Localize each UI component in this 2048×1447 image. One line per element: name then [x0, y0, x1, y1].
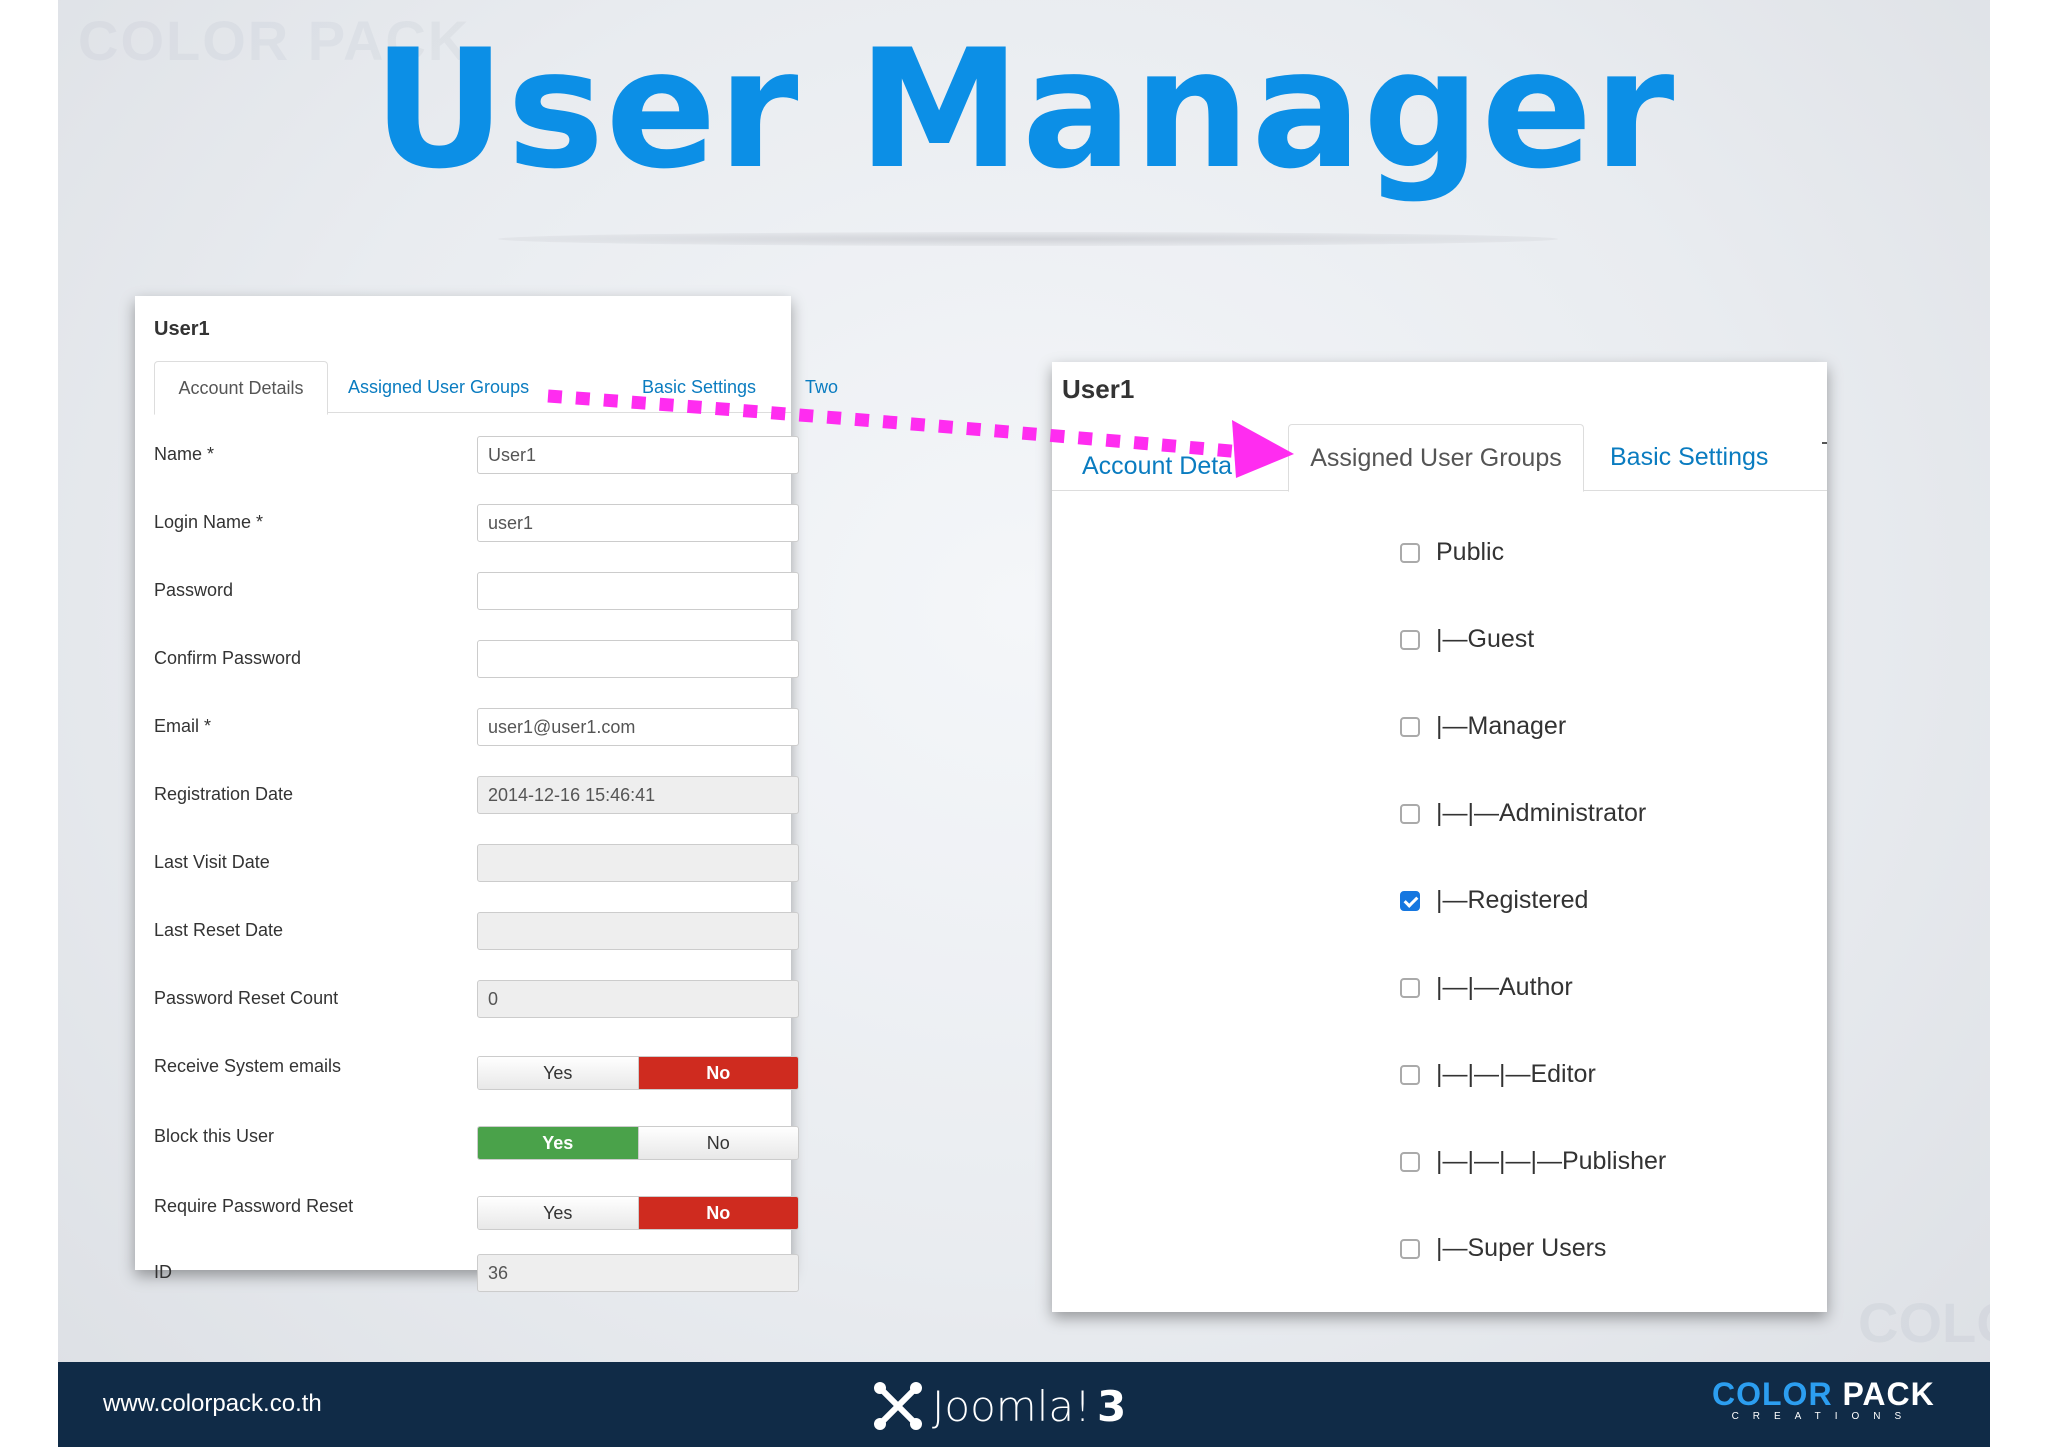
tab-basic-settings[interactable]: Basic Settings	[642, 361, 756, 413]
block-user-yes[interactable]: Yes	[478, 1127, 638, 1159]
group-item-guest[interactable]: |—Guest	[1400, 625, 1534, 654]
joomla-name: Joomla!	[932, 1381, 1091, 1431]
checkbox-registered[interactable]	[1400, 890, 1420, 911]
id-field: 36	[477, 1254, 799, 1292]
last-visit-date-label: Last Visit Date	[154, 852, 270, 872]
require-password-reset-no[interactable]: No	[637, 1197, 798, 1229]
registration-date-label: Registration Date	[154, 784, 294, 804]
checkbox-super-users[interactable]	[1400, 1238, 1420, 1259]
confirm-password-label: Confirm Password	[154, 648, 302, 668]
tab-account-details[interactable]: Account Deta	[1082, 440, 1232, 492]
checkbox-guest[interactable]	[1400, 629, 1420, 650]
joomla-wordmark: Joomla! 3	[932, 1382, 1126, 1431]
name-label: Name *	[154, 444, 215, 464]
name-field[interactable]: User1	[477, 436, 799, 474]
login-name-field[interactable]: user1	[477, 504, 799, 542]
tab-assigned-user-groups[interactable]: Assigned User Groups	[1288, 424, 1584, 492]
footer-url: www.colorpack.co.th	[103, 1390, 322, 1417]
group-label: |—|—Administrator	[1436, 799, 1647, 827]
brand-word-pack: PACK	[1842, 1376, 1935, 1412]
tab-basic-settings[interactable]: Basic Settings	[1610, 424, 1768, 490]
group-label: |—Manager	[1436, 712, 1567, 740]
login-name-label: Login Name *	[154, 512, 264, 532]
group-label: |—|—|—|—Publisher	[1436, 1147, 1667, 1175]
group-item-author[interactable]: |—|—Author	[1400, 973, 1573, 1002]
require-password-reset-yes[interactable]: Yes	[478, 1197, 638, 1229]
colorpack-wordmark: COLOR PACK	[1712, 1376, 1935, 1413]
block-user-no[interactable]: No	[637, 1127, 798, 1159]
confirm-password-field[interactable]	[477, 640, 799, 678]
title-shadow	[498, 232, 1558, 246]
registration-date-field: 2014-12-16 15:46:41	[477, 776, 799, 814]
group-item-manager[interactable]: |—Manager	[1400, 712, 1566, 741]
tab-account-details[interactable]: Account Details	[154, 361, 328, 415]
email-label: Email *	[154, 716, 212, 736]
receive-system-emails-yes[interactable]: Yes	[478, 1057, 638, 1089]
checkbox-public[interactable]	[1400, 542, 1420, 563]
tab-assigned-user-groups[interactable]: Assigned User Groups	[348, 361, 529, 413]
slide: COLOR PACK COLOR PACK User Manager User1…	[58, 0, 1990, 1447]
colorpack-logo: COLOR PACK CREATIONS	[1712, 1376, 1935, 1422]
footer-bar: www.colorpack.co.th Joomla! 3 COLOR PACK …	[58, 1362, 1990, 1447]
last-visit-date-field	[477, 844, 799, 882]
checkbox-editor[interactable]	[1400, 1064, 1420, 1085]
joomla-version: 3	[1096, 1381, 1127, 1431]
group-item-publisher[interactable]: |—|—|—|—Publisher	[1400, 1147, 1666, 1176]
group-label: |—|—|—Editor	[1436, 1060, 1596, 1088]
account-details-panel: User1 Account Details Assigned User Grou…	[135, 296, 838, 1292]
tab-two-factor[interactable]: Two	[805, 361, 838, 413]
group-item-registered[interactable]: |—Registered	[1400, 886, 1588, 915]
block-user-toggle[interactable]: Yes No	[477, 1126, 799, 1160]
block-user-label: Block this User	[154, 1126, 275, 1146]
joomla-logo: Joomla! 3	[872, 1380, 1126, 1432]
group-item-editor[interactable]: |—|—|—Editor	[1400, 1060, 1596, 1089]
group-item-public[interactable]: Public	[1400, 538, 1504, 567]
last-reset-date-label: Last Reset Date	[154, 920, 284, 940]
checkbox-manager[interactable]	[1400, 716, 1420, 737]
joomla-icon	[874, 1382, 922, 1430]
email-field[interactable]: user1@user1.com	[477, 708, 799, 746]
last-reset-date-field	[477, 912, 799, 950]
group-label: |—Guest	[1436, 625, 1535, 653]
checkbox-administrator[interactable]	[1400, 803, 1420, 824]
group-item-administrator[interactable]: |—|—Administrator	[1400, 799, 1646, 828]
assigned-user-groups-panel: User1 Account Deta Assigned User Groups …	[1052, 362, 1827, 1312]
group-item-super-users[interactable]: |—Super Users	[1400, 1234, 1606, 1263]
brand-word-color: COLOR	[1712, 1376, 1833, 1412]
group-label: |—Super Users	[1436, 1234, 1607, 1262]
id-label: ID	[154, 1262, 172, 1282]
group-label: |—Registered	[1436, 886, 1589, 914]
user-title: User1	[154, 318, 210, 340]
password-field[interactable]	[477, 572, 799, 610]
password-label: Password	[154, 580, 234, 600]
tab-overflow-edge	[1822, 442, 1827, 444]
checkbox-author[interactable]	[1400, 977, 1420, 998]
receive-system-emails-label: Receive System emails	[154, 1056, 342, 1076]
slide-title: User Manager	[372, 14, 1676, 205]
user-title: User1	[1062, 374, 1135, 404]
require-password-reset-label: Require Password Reset	[154, 1196, 354, 1216]
password-reset-count-field: 0	[477, 980, 799, 1018]
password-reset-count-label: Password Reset Count	[154, 988, 339, 1008]
group-label: Public	[1436, 538, 1505, 566]
receive-system-emails-toggle[interactable]: Yes No	[477, 1056, 799, 1090]
checkbox-publisher[interactable]	[1400, 1151, 1420, 1172]
brand-subtitle: CREATIONS	[1731, 1411, 1916, 1422]
receive-system-emails-no[interactable]: No	[637, 1057, 798, 1089]
group-label: |—|—Author	[1436, 973, 1573, 1001]
require-password-reset-toggle[interactable]: Yes No	[477, 1196, 799, 1230]
